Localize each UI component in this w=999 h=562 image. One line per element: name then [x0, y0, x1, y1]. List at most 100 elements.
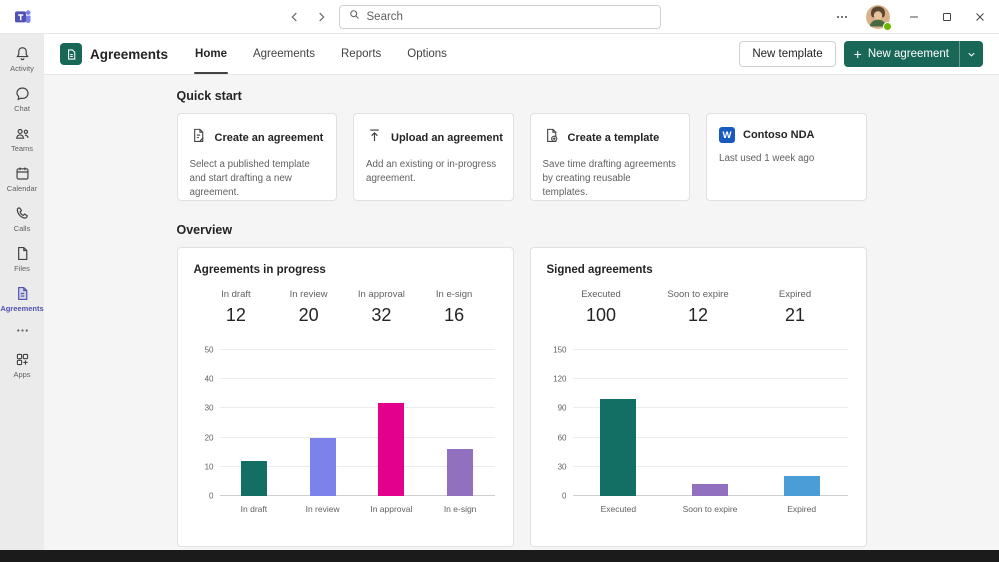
- maximize-button[interactable]: [938, 8, 956, 26]
- agreements-doc-icon: [14, 284, 31, 302]
- card-description: Add an existing or in-progress agreement…: [366, 159, 497, 184]
- chevron-down-icon: [968, 52, 975, 57]
- rail-label: Apps: [13, 370, 31, 379]
- rail-label: Agreements: [0, 304, 44, 313]
- rail-label: Teams: [10, 144, 34, 153]
- document-add-icon: [190, 127, 207, 149]
- tab-options[interactable]: Options: [406, 34, 448, 74]
- card-title: Upload an agreement: [391, 132, 503, 144]
- teams-window: Activity Chat Teams Calendar: [0, 0, 999, 562]
- create-template-card[interactable]: Create a template Save time drafting agr…: [529, 113, 690, 201]
- contoso-nda-card[interactable]: W Contoso NDA Last used 1 week ago: [706, 113, 867, 201]
- people-icon: [14, 124, 31, 142]
- create-agreement-card[interactable]: Create an agreement Select a published t…: [176, 113, 337, 201]
- stat-executed: Executed 100: [581, 289, 621, 325]
- back-button[interactable]: [288, 10, 302, 24]
- sidebar-item-teams[interactable]: Teams: [0, 119, 44, 159]
- y-axis-tick: 120: [553, 374, 567, 384]
- y-axis-tick: 20: [204, 433, 214, 443]
- overview-cards: Agreements in progress In draft 12 In revi…: [176, 247, 867, 547]
- bar-executed: [600, 398, 637, 496]
- search-icon: [348, 8, 361, 26]
- file-icon: [14, 244, 31, 262]
- new-agreement-button[interactable]: + New agreement: [844, 41, 959, 67]
- overview-heading: Overview: [176, 223, 233, 237]
- sidebar-item-agreements[interactable]: Agreements: [0, 279, 44, 319]
- phone-icon: [14, 204, 31, 222]
- rail-label: Chat: [14, 104, 30, 113]
- signed-agreements-chart: 0 30 60 90 120 150 Executed Soon to expire Expir…: [547, 346, 850, 514]
- y-axis-tick: 30: [204, 403, 214, 413]
- y-axis-tick: 50: [204, 345, 214, 355]
- chat-icon: [14, 84, 31, 102]
- app-rail: Activity Chat Teams Calendar Calls Files…: [0, 34, 44, 550]
- card-title: Contoso NDA: [743, 129, 815, 141]
- app-tabs: Home Agreements Reports Options: [194, 34, 448, 74]
- bar-in-review: [309, 437, 336, 496]
- stat-in-review: In review 20: [289, 289, 328, 325]
- x-axis-label: In review: [305, 504, 340, 514]
- page-title: Agreements: [90, 46, 169, 62]
- sidebar-item-calls[interactable]: Calls: [0, 199, 44, 239]
- upload-agreement-card[interactable]: Upload an agreement Add an existing or i…: [353, 113, 514, 201]
- more-options-button[interactable]: [833, 8, 851, 26]
- x-axis-label: In e-sign: [443, 504, 477, 514]
- new-agreement-dropdown-button[interactable]: [959, 41, 983, 67]
- stat-expired: Expired 21: [778, 289, 812, 325]
- tab-home[interactable]: Home: [194, 34, 228, 74]
- x-axis-label: Expired: [787, 504, 817, 514]
- x-axis-label: In approval: [370, 504, 413, 514]
- bar-in-e-sign: [447, 449, 474, 496]
- sidebar-item-apps[interactable]: Apps: [0, 345, 44, 385]
- new-agreement-label: New agreement: [867, 48, 949, 60]
- agreements-in-progress-chart: 0 10 20 30 40 50 In draft In review In approval I…: [194, 346, 497, 514]
- bar-in-approval: [378, 402, 405, 496]
- chart-title: Signed agreements: [546, 264, 653, 276]
- forward-button[interactable]: [314, 10, 328, 24]
- signed-agreements-card: Signed agreements Executed 100 Soon to exp…: [529, 247, 867, 547]
- template-icon: [543, 127, 560, 149]
- rail-more-button[interactable]: [0, 319, 44, 345]
- stats-row: Executed 100 Soon to expire 12 Expired 21: [547, 289, 850, 326]
- calendar-icon: [14, 164, 31, 182]
- y-axis-tick: 0: [209, 491, 214, 501]
- close-button[interactable]: [971, 8, 989, 26]
- history-nav: [288, 0, 328, 34]
- sidebar-item-chat[interactable]: Chat: [0, 79, 44, 119]
- y-axis-tick: 40: [204, 374, 214, 384]
- quick-start-heading: Quick start: [176, 89, 242, 103]
- rail-label: Calendar: [6, 184, 38, 193]
- sidebar-item-files[interactable]: Files: [0, 239, 44, 279]
- teams-logo-icon[interactable]: [13, 7, 33, 32]
- y-axis-tick: 150: [553, 345, 567, 355]
- tab-agreements[interactable]: Agreements: [252, 34, 316, 74]
- x-axis-label: In draft: [240, 504, 268, 514]
- avatar[interactable]: [866, 5, 892, 31]
- bottom-bar: [0, 550, 999, 562]
- more-dots-icon: [15, 321, 30, 339]
- upload-icon: [366, 127, 383, 149]
- card-description: Select a published template and start dr…: [189, 159, 310, 198]
- card-description: Save time drafting agreements by creatin…: [542, 159, 676, 198]
- rail-label: Files: [14, 264, 30, 273]
- presence-available-dot: [883, 22, 892, 31]
- minimize-button[interactable]: [905, 8, 923, 26]
- new-template-button[interactable]: New template: [739, 41, 836, 67]
- bar-soon-to-expire: [692, 484, 728, 496]
- y-axis-tick: 60: [557, 433, 567, 443]
- search-box[interactable]: [338, 5, 661, 29]
- rail-label: Activity: [10, 64, 34, 73]
- agreements-in-progress-card: Agreements in progress In draft 12 In revi…: [176, 247, 514, 547]
- sidebar-item-calendar[interactable]: Calendar: [0, 159, 44, 199]
- sidebar-item-activity[interactable]: Activity: [0, 39, 44, 79]
- stat-in-draft: In draft 12: [221, 289, 251, 325]
- search-input[interactable]: [366, 11, 652, 23]
- app-header: Agreements Home Agreements Reports Optio…: [44, 34, 999, 75]
- stat-in-approval: In approval 32: [357, 289, 405, 325]
- quick-start-cards: Create an agreement Select a published t…: [176, 113, 867, 201]
- window-controls: [833, 0, 989, 34]
- stat-in-e-sign: In e-sign 16: [435, 289, 473, 325]
- x-axis-label: Soon to expire: [682, 504, 738, 514]
- tab-reports[interactable]: Reports: [340, 34, 382, 74]
- chart-title: Agreements in progress: [193, 264, 326, 276]
